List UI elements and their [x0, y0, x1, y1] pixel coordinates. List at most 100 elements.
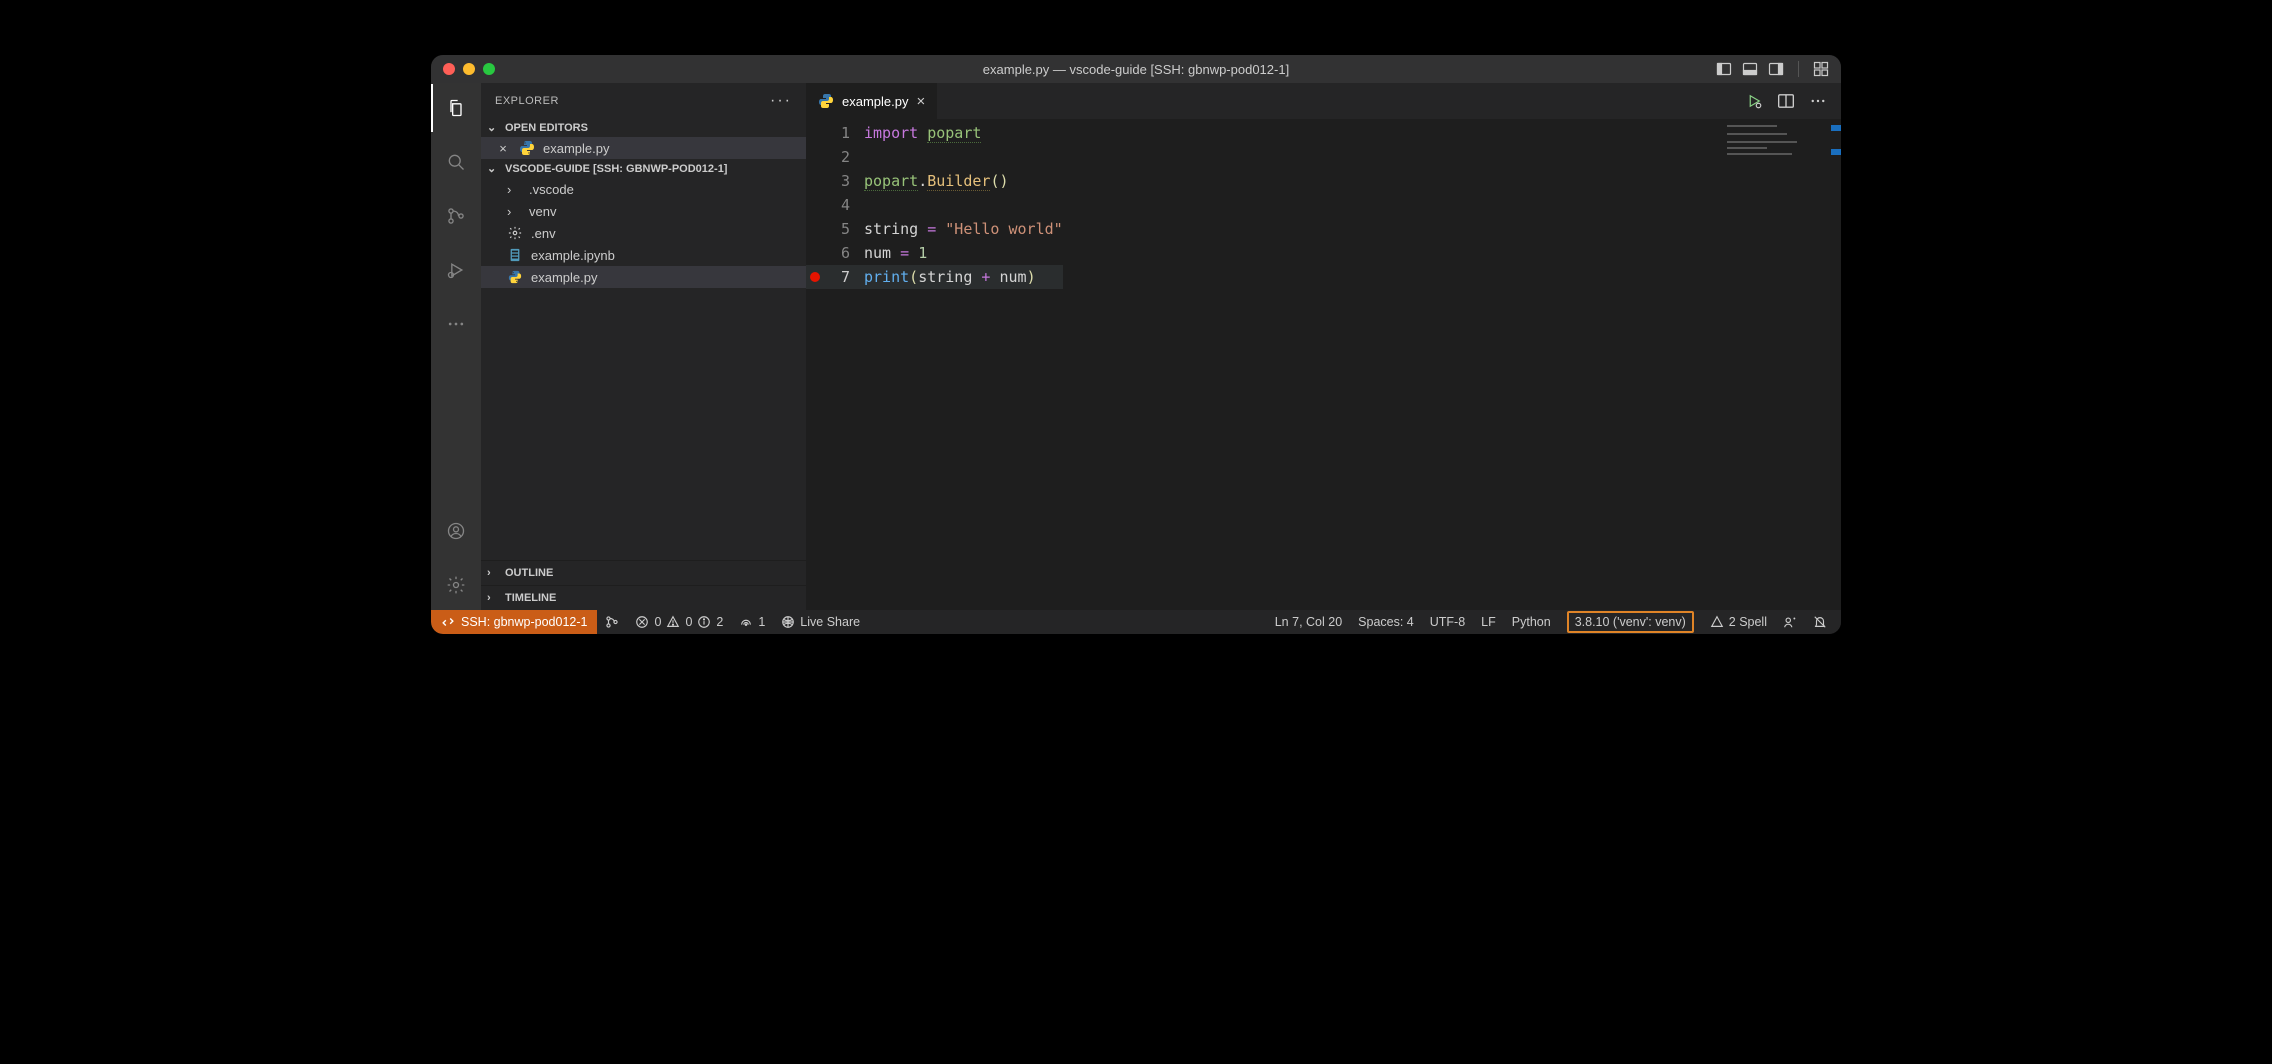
workspace-section[interactable]: ⌄ VSCODE-GUIDE [SSH: GBNWP-POD012-1]: [481, 159, 806, 178]
code-module: popart: [927, 124, 981, 143]
editor-body[interactable]: 1 import popart 2 3 popart.Builder(): [806, 119, 1841, 610]
search-activity[interactable]: [431, 147, 481, 177]
code-number: 1: [918, 244, 927, 262]
maximize-window-button[interactable]: [483, 63, 495, 75]
python-interpreter[interactable]: 3.8.10 ('venv': venv): [1559, 610, 1702, 634]
errors-count: 0: [654, 615, 661, 629]
code-string: "Hello world": [945, 220, 1062, 238]
problems-status[interactable]: 0 0 2: [627, 610, 731, 634]
tab-bar: example.py ×: [806, 83, 1841, 119]
remote-label: SSH: gbnwp-pod012-1: [461, 615, 587, 629]
chevron-right-icon: ›: [487, 592, 501, 604]
notifications-icon[interactable]: [1805, 610, 1841, 634]
separator: [1798, 61, 1799, 77]
file-ipynb[interactable]: example.ipynb: [481, 244, 806, 266]
line-number: 6: [824, 241, 864, 265]
breakpoint-icon[interactable]: [810, 272, 820, 282]
cursor-position[interactable]: Ln 7, Col 20: [1267, 610, 1350, 634]
editor-area: example.py × 1 import popart: [806, 83, 1841, 610]
minimap[interactable]: [1721, 119, 1841, 610]
tab-example-py[interactable]: example.py ×: [806, 83, 938, 119]
python-icon: [507, 269, 523, 285]
layout-sidebar-right-icon[interactable]: [1768, 61, 1784, 77]
code-op: +: [981, 268, 990, 286]
minimize-window-button[interactable]: [463, 63, 475, 75]
code-var: num: [864, 244, 891, 262]
timeline-section[interactable]: › TIMELINE: [481, 585, 806, 610]
chevron-right-icon: ›: [507, 182, 521, 197]
more-activity[interactable]: [431, 309, 481, 339]
tab-label: example.py: [842, 94, 908, 109]
open-editor-item[interactable]: × example.py: [481, 137, 806, 159]
liveshare-label: Live Share: [800, 615, 860, 629]
timeline-label: TIMELINE: [505, 592, 556, 604]
notebook-icon: [507, 247, 523, 263]
accounts-activity[interactable]: [431, 516, 481, 546]
line-number: 4: [824, 193, 864, 217]
open-editor-filename: example.py: [543, 141, 609, 156]
language-mode[interactable]: Python: [1504, 610, 1559, 634]
outline-label: OUTLINE: [505, 567, 553, 579]
settings-activity[interactable]: [431, 570, 481, 600]
encoding-status[interactable]: UTF-8: [1422, 610, 1473, 634]
gear-icon: [507, 225, 523, 241]
chevron-right-icon: ›: [487, 567, 501, 579]
folder-venv[interactable]: › venv: [481, 200, 806, 222]
code-class: Builder: [927, 172, 990, 191]
overview-ruler[interactable]: [1829, 119, 1841, 610]
feedback-icon[interactable]: [1775, 610, 1805, 634]
warnings-count: 0: [685, 615, 692, 629]
file-name: example.ipynb: [531, 248, 615, 263]
status-bar: SSH: gbnwp-pod012-1 0 0 2 1 Live Share L…: [431, 610, 1841, 634]
line-number: 5: [824, 217, 864, 241]
chevron-down-icon: ⌄: [487, 121, 501, 134]
code-module: popart: [864, 172, 918, 191]
line-number: 7: [824, 265, 864, 289]
ports-status[interactable]: 1: [731, 610, 773, 634]
close-editor-icon[interactable]: ×: [495, 141, 511, 156]
info-count: 2: [716, 615, 723, 629]
eol-status[interactable]: LF: [1473, 610, 1504, 634]
sidebar-more-icon[interactable]: ···: [770, 92, 792, 110]
liveshare-status[interactable]: Live Share: [773, 610, 868, 634]
outline-section[interactable]: › OUTLINE: [481, 560, 806, 585]
file-name: example.py: [531, 270, 597, 285]
interpreter-highlight: 3.8.10 ('venv': venv): [1567, 611, 1694, 633]
source-control-activity[interactable]: [431, 201, 481, 231]
file-example-py[interactable]: example.py: [481, 266, 806, 288]
vscode-window: example.py — vscode-guide [SSH: gbnwp-po…: [431, 55, 1841, 634]
customize-layout-icon[interactable]: [1813, 61, 1829, 77]
line-number: 3: [824, 169, 864, 193]
sidebar-title: EXPLORER: [495, 95, 559, 107]
open-editors-section[interactable]: ⌄ OPEN EDITORS: [481, 118, 806, 137]
folder-vscode[interactable]: › .vscode: [481, 178, 806, 200]
workspace-label: VSCODE-GUIDE [SSH: GBNWP-POD012-1]: [505, 163, 727, 175]
close-tab-icon[interactable]: ×: [916, 93, 925, 110]
run-debug-icon[interactable]: [1745, 92, 1763, 110]
code-var: string: [864, 220, 918, 238]
layout-panel-icon[interactable]: [1742, 61, 1758, 77]
spell-status[interactable]: 2 Spell: [1702, 610, 1775, 634]
open-editors-label: OPEN EDITORS: [505, 122, 588, 134]
ports-count: 1: [758, 615, 765, 629]
python-icon: [519, 140, 535, 156]
split-editor-icon[interactable]: [1777, 92, 1795, 110]
git-branch-status[interactable]: [597, 610, 627, 634]
close-window-button[interactable]: [443, 63, 455, 75]
folder-name: venv: [529, 204, 556, 219]
file-name: .env: [531, 226, 556, 241]
indentation-status[interactable]: Spaces: 4: [1350, 610, 1422, 634]
window-title: example.py — vscode-guide [SSH: gbnwp-po…: [431, 62, 1841, 77]
layout-sidebar-left-icon[interactable]: [1716, 61, 1732, 77]
more-actions-icon[interactable]: [1809, 92, 1827, 110]
explorer-activity[interactable]: [431, 93, 481, 123]
line-number: 1: [824, 121, 864, 145]
remote-indicator[interactable]: SSH: gbnwp-pod012-1: [431, 610, 597, 634]
code-op: =: [927, 220, 936, 238]
folder-name: .vscode: [529, 182, 574, 197]
activity-bar: [431, 83, 481, 610]
titlebar: example.py — vscode-guide [SSH: gbnwp-po…: [431, 55, 1841, 83]
explorer-sidebar: EXPLORER ··· ⌄ OPEN EDITORS × example.py…: [481, 83, 806, 610]
file-env[interactable]: .env: [481, 222, 806, 244]
run-debug-activity[interactable]: [431, 255, 481, 285]
